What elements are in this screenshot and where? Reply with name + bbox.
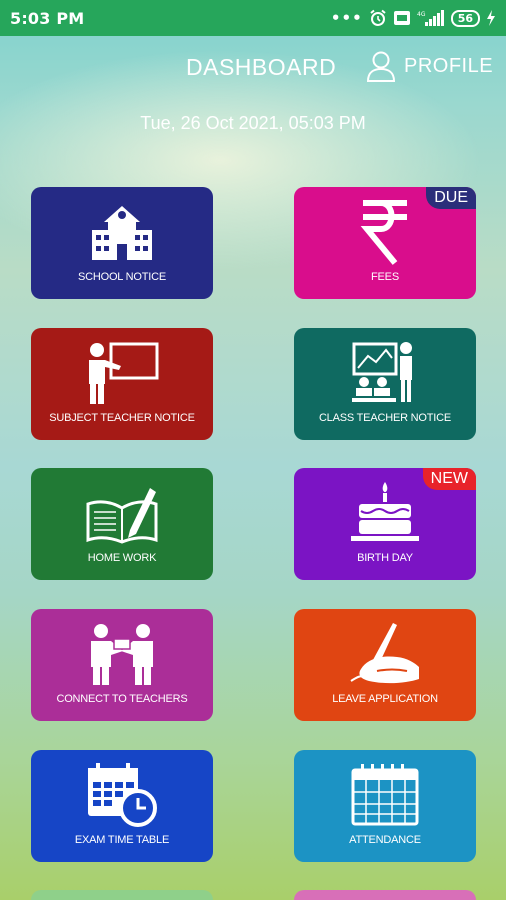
charging-icon [487,10,495,26]
user-icon [366,51,396,82]
tile-label: CONNECT TO TEACHERS [56,693,188,705]
tile-label: LEAVE APPLICATION [332,693,438,705]
tile-fees[interactable]: FEES DUE [294,187,476,299]
tile-subject-teacher-notice[interactable]: SUBJECT TEACHER NOTICE [31,328,213,440]
status-time: 5:03 PM [10,8,85,28]
due-badge: DUE [426,187,476,209]
profile-label: PROFILE [404,54,494,77]
status-icons: ••• 4G 56 [331,9,496,27]
new-badge: NEW [422,468,476,490]
tile-school-notice[interactable]: SCHOOL NOTICE [31,187,213,299]
tile-label: CLASS TEACHER NOTICE [318,412,452,424]
birthday-cake-icon [345,480,425,546]
app-header: DASHBOARD PROFILE [0,50,506,86]
battery-level: 56 [450,9,480,27]
status-bar: 5:03 PM ••• 4G 56 [0,0,506,36]
tile-label: SCHOOL NOTICE [77,271,167,283]
tile-label: EXAM TIME TABLE [74,834,170,846]
tile-leave-application[interactable]: LEAVE APPLICATION [294,609,476,721]
tile-exam-time-table[interactable]: EXAM TIME TABLE [31,750,213,862]
tile-home-work[interactable]: HOME WORK [31,468,213,580]
people-handshake-icon [82,621,162,687]
teacher-board-icon [82,340,162,406]
tile-connect-to-teachers[interactable]: CONNECT TO TEACHERS [31,609,213,721]
tile-class-teacher-notice[interactable]: CLASS TEACHER NOTICE [294,328,476,440]
data-saver-icon [393,11,410,25]
book-pen-icon [82,480,162,546]
profile-button[interactable]: PROFILE [366,50,493,82]
classroom-icon [345,340,425,406]
dashboard-title: DASHBOARD [186,54,337,80]
tile-label: SUBJECT TEACHER NOTICE [49,412,195,424]
notification-dots: ••• [330,9,363,27]
signal-icon: 4G [417,10,444,26]
tile-birth-day[interactable]: BIRTH DAY NEW [294,468,476,580]
tile-label: FEES [371,271,399,283]
next-tile-peek [31,890,213,900]
school-building-icon [82,199,162,265]
hand-writing-icon [345,621,425,687]
alarm-icon [370,9,386,26]
calendar-clock-icon [82,762,162,828]
tile-label: BIRTH DAY [357,552,413,564]
current-datetime: Tue, 26 Oct 2021, 05:03 PM [140,113,366,133]
svg-text:4G: 4G [417,11,426,18]
tile-attendance[interactable]: ATTENDANCE [294,750,476,862]
next-tile-peek [294,890,476,900]
rupee-icon [345,199,425,265]
tile-label: ATTENDANCE [349,834,421,846]
tile-label: HOME WORK [87,552,157,564]
calendar-icon [345,762,425,828]
